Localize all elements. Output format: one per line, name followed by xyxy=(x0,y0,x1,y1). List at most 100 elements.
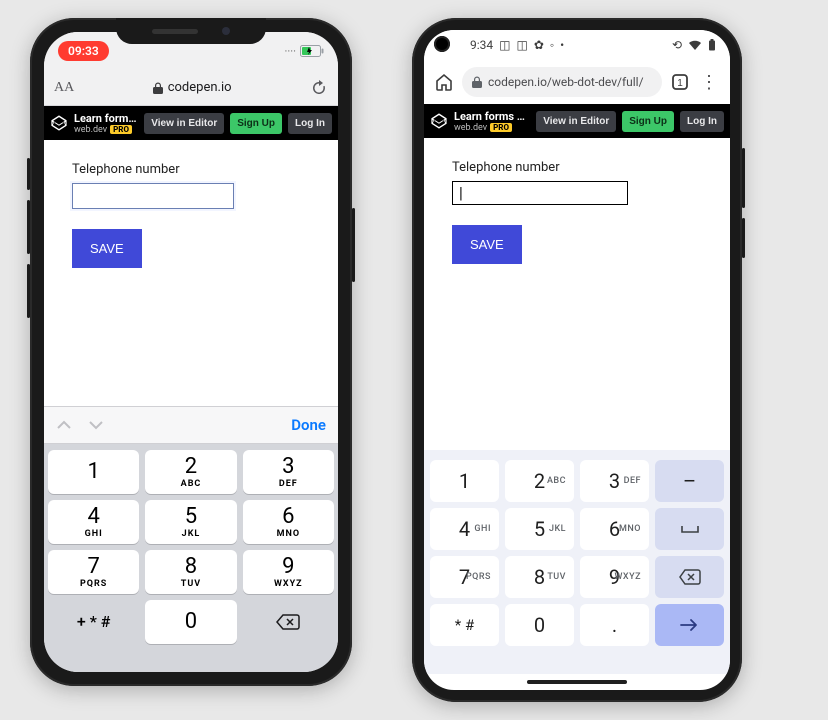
lock-icon xyxy=(153,82,163,94)
keypad-1[interactable]: 1 xyxy=(430,460,499,502)
status-icon: ◦ xyxy=(550,38,554,52)
keypad-8[interactable]: 8TUV xyxy=(145,550,236,594)
keypad-3[interactable]: 3DEF xyxy=(243,450,334,494)
android-device-frame: 9:34 ◫ ◫ ✿ ◦ • ⟲ xyxy=(412,18,742,702)
log-in-button[interactable]: Log In xyxy=(288,113,332,134)
keypad-7[interactable]: 7PQRS xyxy=(48,550,139,594)
keypad-delete[interactable] xyxy=(243,600,334,644)
pro-badge: PRO xyxy=(490,123,512,132)
keypad-symbols[interactable]: * # xyxy=(430,604,499,646)
ios-address-text: codepen.io xyxy=(168,80,232,95)
keypad-4[interactable]: 4GHI xyxy=(430,508,499,550)
iphone-power-button xyxy=(352,208,355,282)
chrome-home-button[interactable] xyxy=(434,72,454,92)
codepen-logo xyxy=(430,112,448,130)
reload-button[interactable] xyxy=(310,79,328,97)
keypad-1[interactable]: 1 xyxy=(48,450,139,494)
iphone-device-frame: 09:33 ···· AA xyxy=(30,18,352,686)
ios-numeric-keypad: 1 2ABC 3DEF 4GHI 5JKL 6MNO 7PQRS 8TUV 9W… xyxy=(44,444,338,672)
page-content: Telephone number SAVE xyxy=(44,140,338,406)
backspace-icon xyxy=(678,569,702,585)
keypad-8[interactable]: 8TUV xyxy=(505,556,574,598)
status-icon: ◫ xyxy=(499,38,510,52)
save-button[interactable]: SAVE xyxy=(72,229,142,268)
android-camera-punch-hole xyxy=(434,36,450,52)
view-in-editor-button[interactable]: View in Editor xyxy=(144,113,224,134)
wifi-icon xyxy=(688,40,702,50)
android-chrome-toolbar: codepen.io/web-dot-dev/full/ 1 ⋮ xyxy=(424,60,730,104)
keypad-7[interactable]: 7PQRS xyxy=(430,556,499,598)
vpn-icon: ⟲ xyxy=(672,38,682,52)
chrome-menu-button[interactable]: ⋮ xyxy=(698,72,720,93)
log-in-button[interactable]: Log In xyxy=(680,111,724,132)
next-field-button[interactable] xyxy=(88,419,104,431)
battery-icon xyxy=(708,39,716,51)
keypad-9[interactable]: 9WXYZ xyxy=(580,556,649,598)
android-status-time: 9:34 xyxy=(470,38,493,52)
keypad-2[interactable]: 2ABC xyxy=(505,460,574,502)
telephone-label: Telephone number xyxy=(72,162,310,177)
ios-safari-toolbar: AA codepen.io xyxy=(44,70,338,106)
iphone-volume-down xyxy=(27,264,30,318)
pro-badge: PRO xyxy=(110,125,132,134)
keypad-dash[interactable]: – xyxy=(655,460,724,502)
arrow-right-icon xyxy=(679,618,701,632)
keypad-0[interactable]: 0 xyxy=(505,604,574,646)
keypad-symbols[interactable]: + * # xyxy=(48,600,139,644)
prev-field-button[interactable] xyxy=(56,419,72,431)
sign-up-button[interactable]: Sign Up xyxy=(230,113,282,134)
ios-address-bar[interactable]: codepen.io xyxy=(153,80,232,95)
keypad-6[interactable]: 6MNO xyxy=(580,508,649,550)
android-volume-rocker xyxy=(742,148,745,208)
chrome-url-text: codepen.io/web-dot-dev/full/ xyxy=(488,75,644,89)
ios-battery-icon xyxy=(300,45,324,57)
chrome-omnibox[interactable]: codepen.io/web-dot-dev/full/ xyxy=(462,67,662,97)
lock-icon xyxy=(472,76,482,88)
android-power-button xyxy=(742,218,745,258)
keypad-3[interactable]: 3DEF xyxy=(580,460,649,502)
status-icon: • xyxy=(560,38,564,52)
backspace-icon xyxy=(275,613,301,631)
codepen-top-bar: Learn forms – virt... web.dev PRO View i… xyxy=(44,106,338,140)
keypad-2[interactable]: 2ABC xyxy=(145,450,236,494)
android-numeric-keypad: 1 2ABC 3DEF – 4GHI 5JKL 6MNO 7PQRS 8TUV xyxy=(424,450,730,674)
keypad-6[interactable]: 6MNO xyxy=(243,500,334,544)
keypad-9[interactable]: 9WXYZ xyxy=(243,550,334,594)
keypad-5[interactable]: 5JKL xyxy=(505,508,574,550)
status-icon: ◫ xyxy=(516,38,527,52)
telephone-input[interactable] xyxy=(452,181,628,205)
reader-aa-button[interactable]: AA xyxy=(54,80,74,96)
ios-signal-dots: ···· xyxy=(285,45,297,58)
svg-text:1: 1 xyxy=(677,78,683,89)
keypad-space[interactable] xyxy=(655,508,724,550)
ios-status-time: 09:33 xyxy=(58,41,109,61)
keypad-enter[interactable] xyxy=(655,604,724,646)
android-status-bar: 9:34 ◫ ◫ ✿ ◦ • ⟲ xyxy=(424,30,730,60)
codepen-top-bar: Learn forms – virt... web.dev PRO View i… xyxy=(424,104,730,138)
chrome-tabs-button[interactable]: 1 xyxy=(670,72,690,92)
save-button[interactable]: SAVE xyxy=(452,225,522,264)
codepen-author: web.dev xyxy=(454,123,487,133)
keypad-4[interactable]: 4GHI xyxy=(48,500,139,544)
sign-up-button[interactable]: Sign Up xyxy=(622,111,674,132)
iphone-mute-switch xyxy=(27,158,30,190)
codepen-title: Learn forms – virt... xyxy=(74,112,138,125)
android-gesture-bar[interactable] xyxy=(424,674,730,690)
keypad-5[interactable]: 5JKL xyxy=(145,500,236,544)
codepen-author: web.dev xyxy=(74,125,107,135)
codepen-title: Learn forms – virt... xyxy=(454,110,530,123)
keypad-0[interactable]: 0 xyxy=(145,600,236,644)
status-icon: ✿ xyxy=(534,38,544,52)
page-content: Telephone number SAVE xyxy=(424,138,730,450)
telephone-input[interactable] xyxy=(72,183,234,209)
space-icon xyxy=(680,523,700,535)
iphone-notch xyxy=(116,18,266,44)
keyboard-done-button[interactable]: Done xyxy=(291,416,326,434)
keypad-delete[interactable] xyxy=(655,556,724,598)
iphone-volume-up xyxy=(27,200,30,254)
view-in-editor-button[interactable]: View in Editor xyxy=(536,111,616,132)
keypad-dot[interactable]: . xyxy=(580,604,649,646)
codepen-logo xyxy=(50,114,68,132)
ios-keyboard-accessory: Done xyxy=(44,406,338,444)
telephone-label: Telephone number xyxy=(452,160,702,175)
